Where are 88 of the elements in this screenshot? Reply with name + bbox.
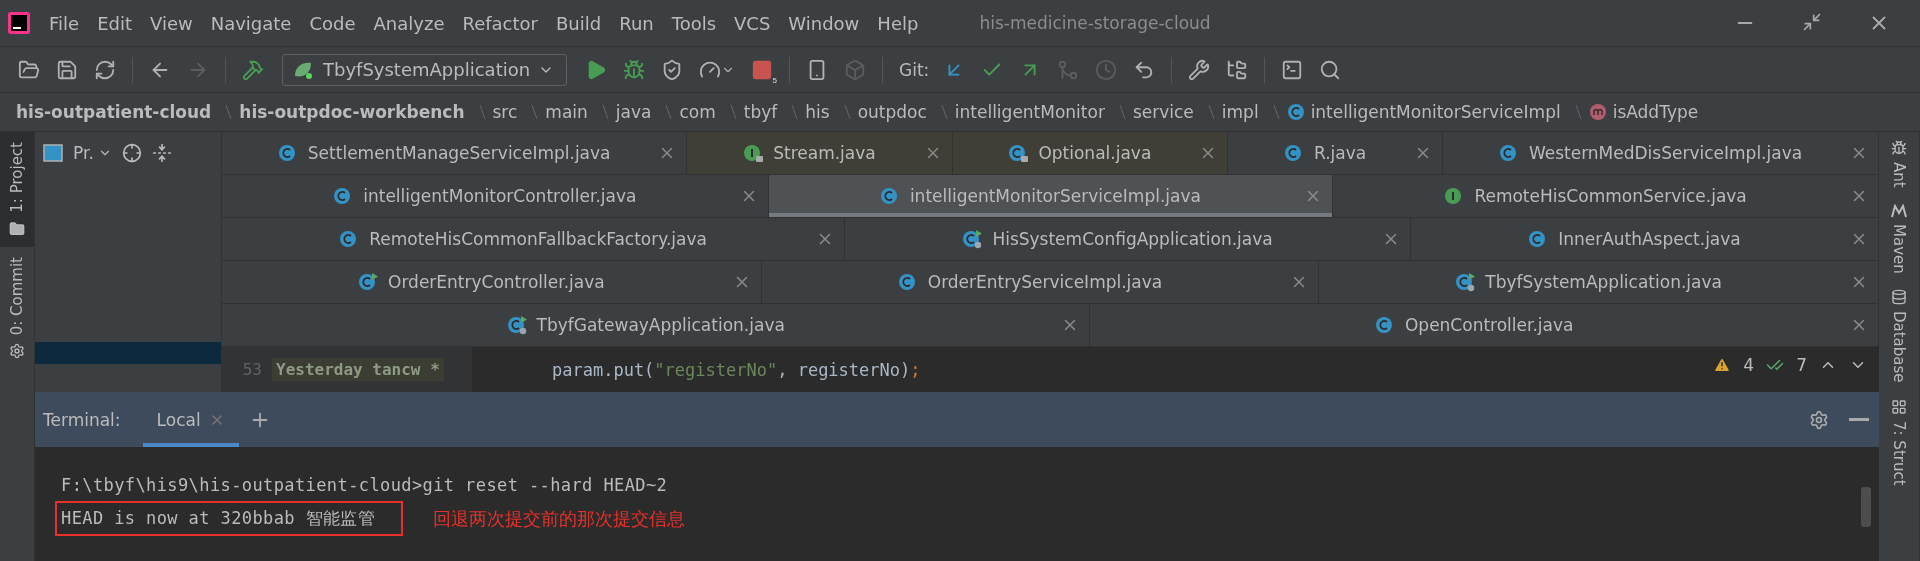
view-dropdown[interactable]: Pr. [73, 143, 112, 163]
app-logo-icon [8, 12, 30, 34]
minus-icon [1849, 418, 1869, 421]
breadcrumb[interactable]: service [1132, 102, 1194, 122]
save-icon [56, 58, 78, 81]
commit-icon [9, 343, 25, 359]
folder-tree-icon [1226, 58, 1249, 81]
tool-window-tab[interactable]: 0: Commit [0, 246, 34, 369]
menu-item[interactable]: Window [779, 12, 869, 34]
editor-tab[interactable]: Stream.java [687, 132, 953, 174]
restore-icon[interactable] [1802, 12, 1822, 32]
class-icon [962, 229, 985, 249]
interface-icon [743, 143, 766, 163]
scrollbar[interactable] [1861, 487, 1871, 527]
breadcrumb[interactable]: impl [1221, 102, 1259, 122]
count-label: 5 [772, 75, 777, 85]
class-icon [1455, 272, 1478, 292]
class-icon [1008, 143, 1031, 163]
breadcrumb[interactable]: intelligentMonitorServiceImpl [1286, 102, 1561, 122]
menu-item[interactable]: Edit [88, 12, 141, 34]
run-config-dropdown[interactable]: TbyfSystemApplication [282, 53, 567, 86]
ant-icon [1891, 140, 1907, 156]
terminal-label: Terminal: [43, 409, 121, 430]
folder-icon [9, 220, 25, 237]
bug-icon [623, 58, 645, 81]
menu-item[interactable]: Refactor [453, 12, 547, 34]
menu-item[interactable]: Help [868, 12, 928, 34]
class-icon [358, 272, 381, 292]
terminal-line: HEAD is now at 320bbab 智能监管 [61, 507, 376, 530]
project-title: his-medicine-storage-cloud [979, 13, 1211, 33]
menu-item[interactable]: Build [547, 12, 611, 34]
stop-icon [751, 58, 773, 81]
blame-annotation: Yesterday tancw * [272, 358, 444, 381]
menu-item[interactable]: View [141, 12, 202, 34]
shield-icon [661, 58, 683, 81]
structure-icon [1891, 399, 1907, 415]
tool-window-tab[interactable]: Maven [1890, 195, 1908, 282]
breadcrumb[interactable]: java [615, 102, 652, 122]
warning-icon[interactable] [1713, 356, 1732, 374]
breadcrumb[interactable]: com [679, 102, 716, 122]
class-icon [1286, 103, 1305, 121]
tool-window-tab[interactable]: Database [1890, 281, 1908, 391]
stop-button[interactable]: 5 [745, 54, 779, 85]
annotation-note: 回退两次提交前的那次提交信息 [433, 506, 686, 531]
menu-item[interactable]: Code [300, 12, 365, 34]
window-icon [43, 144, 63, 162]
breadcrumb[interactable]: outpdoc [857, 102, 927, 122]
merge-icon [1057, 58, 1080, 81]
wrench-icon [1188, 58, 1211, 81]
git-label: Git: [899, 59, 930, 80]
cube-icon [844, 58, 866, 81]
breadcrumb[interactable]: his-outpdoc-workbench [239, 102, 465, 122]
maven-icon [1891, 203, 1907, 218]
terminal-icon [1281, 58, 1304, 81]
breadcrumb[interactable]: main [545, 102, 588, 122]
tool-window-tab[interactable]: 7: Struct [1890, 391, 1908, 494]
breadcrumb[interactable]: src [492, 102, 518, 122]
locate-icon[interactable] [121, 143, 142, 163]
gear-icon [1809, 409, 1829, 430]
menu-item[interactable]: VCS [725, 12, 780, 34]
tool-window-tab[interactable]: Ant [1890, 132, 1908, 196]
menu-item[interactable]: Navigate [201, 12, 301, 34]
terminal-line: F:\tbyf\his9\his-outpatient-cloud>git reset --hard HEAD~2 [61, 475, 668, 495]
weak-warning-count[interactable]: 7 [1796, 355, 1807, 375]
collapse-icon[interactable] [151, 143, 172, 163]
editor-tab[interactable]: intelligentMonitorServiceImpl.java [768, 175, 1334, 217]
editor-tab[interactable]: Optional.java [952, 132, 1229, 174]
menu-item[interactable]: File [40, 12, 89, 34]
breadcrumb[interactable]: tbyf [743, 102, 778, 122]
method-icon [1588, 103, 1607, 121]
class-icon [506, 315, 529, 335]
folder-icon [18, 58, 40, 81]
clock-icon [1095, 58, 1118, 81]
warning-count[interactable]: 4 [1743, 355, 1755, 375]
refresh-icon [94, 58, 116, 81]
breadcrumb[interactable]: isAddType [1588, 102, 1699, 122]
database-icon [1891, 289, 1907, 306]
menu-item[interactable]: Run [610, 12, 663, 34]
breadcrumb[interactable]: his-outpatient-cloud [16, 102, 212, 122]
search-icon [1319, 58, 1342, 81]
menu-item[interactable]: Analyze [364, 12, 454, 34]
terminal-tab[interactable]: Local [142, 392, 239, 447]
code-line: param.put("registerNo", registerNo); [552, 359, 921, 380]
breadcrumb[interactable]: intelligentMonitor [954, 102, 1105, 122]
hammer-icon [242, 58, 264, 81]
tool-window-tab[interactable]: 1: Project [0, 132, 34, 247]
breadcrumb[interactable]: his [805, 102, 830, 122]
menu-item[interactable]: Tools [662, 12, 726, 34]
